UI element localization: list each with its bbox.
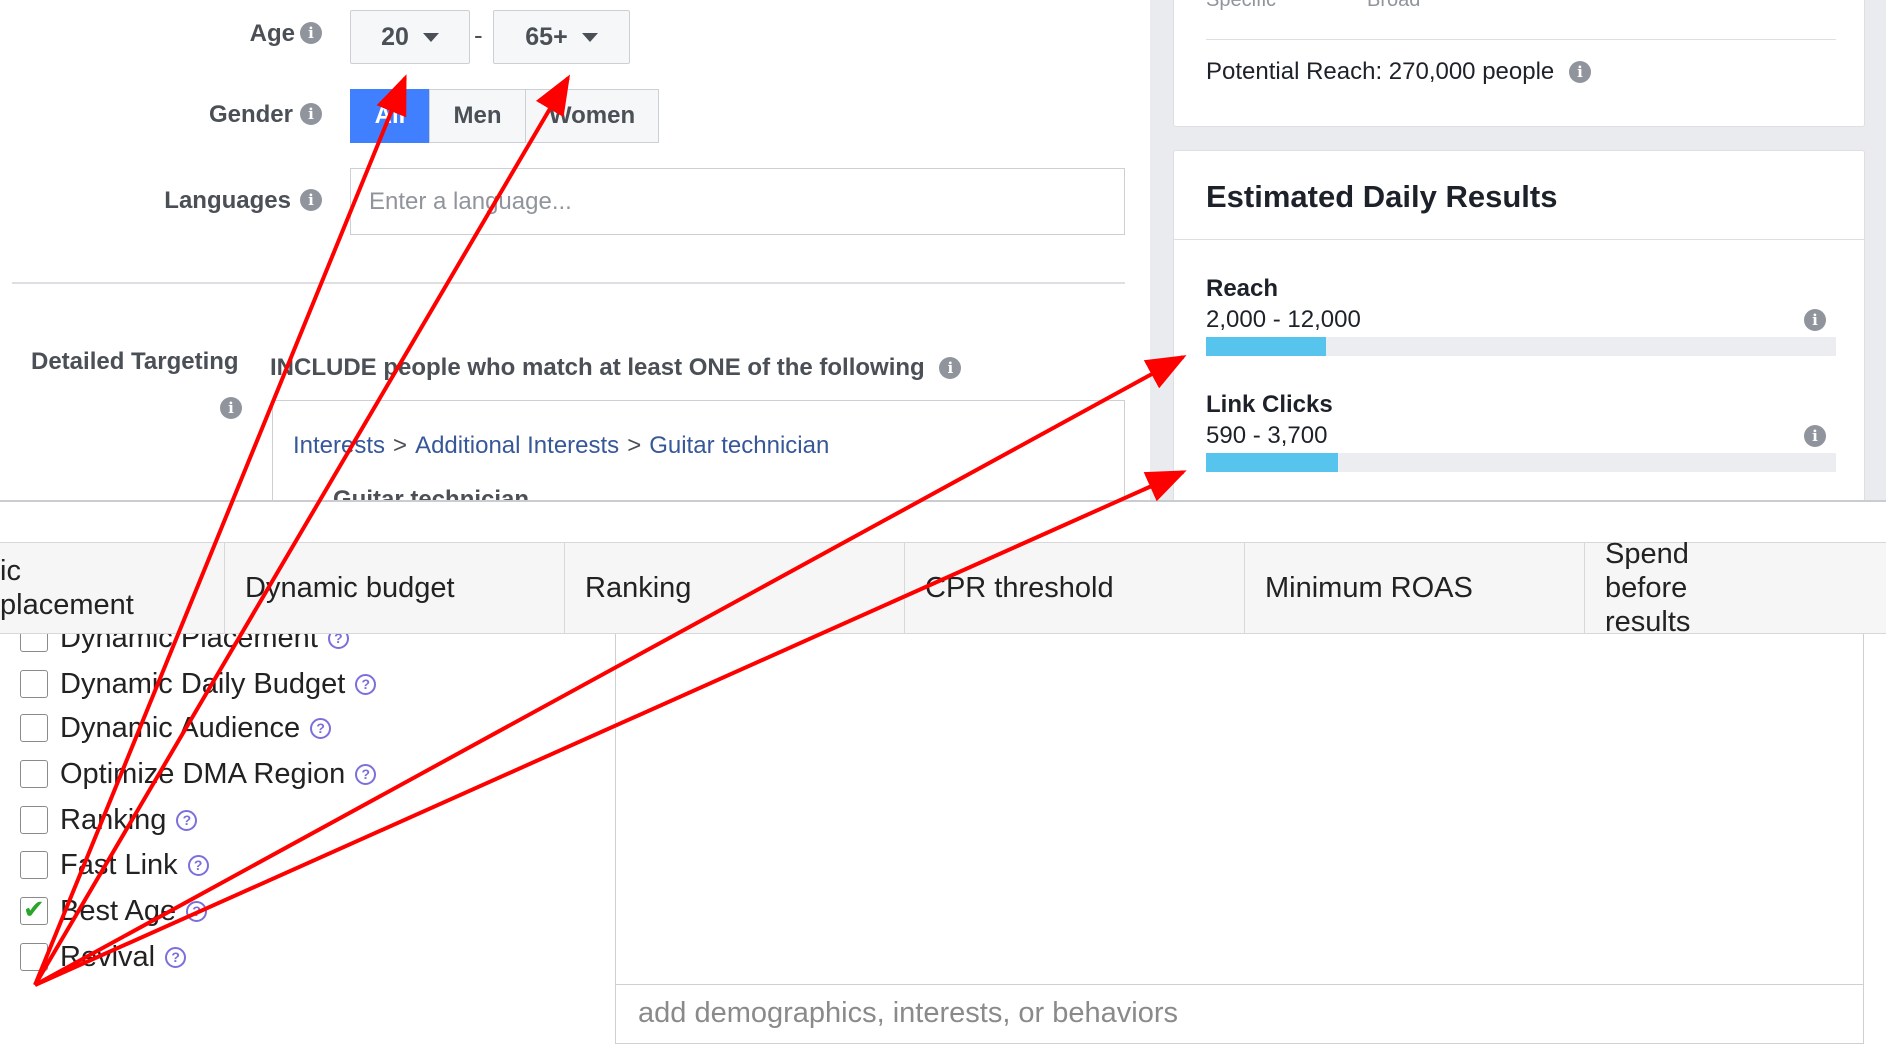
question-circle-icon[interactable]: ?: [186, 900, 208, 922]
option-row[interactable]: Ranking?: [20, 802, 198, 838]
extension-panel: Dynamic Placement? Dynamic Daily Budget? D…: [0, 500, 1886, 1060]
ads-manager-audience-section: Age i 20 - 65+ Gender i All Men Women La…: [0, 0, 1886, 500]
section-divider: [12, 282, 1125, 284]
estimated-daily-results-card: Estimated Daily Results Reach 2,000 - 12…: [1173, 150, 1865, 500]
languages-label: Languages: [164, 187, 291, 214]
info-icon[interactable]: i: [1568, 61, 1591, 83]
option-checkbox[interactable]: [20, 806, 48, 834]
detailed-targeting-box[interactable]: Interests > Additional Interests > Guitar te…: [272, 400, 1125, 500]
info-icon[interactable]: i: [1804, 309, 1826, 331]
option-checkbox[interactable]: [20, 943, 48, 971]
breadcrumb-separator: >: [393, 432, 408, 459]
option-checkbox[interactable]: [20, 760, 48, 788]
checkmark-icon: ✔: [23, 894, 45, 924]
breadcrumb-guitar-technician-link[interactable]: Guitar technician: [649, 432, 829, 459]
targeting-text-area[interactable]: [615, 634, 1864, 984]
reach-bar-fill: [1206, 337, 1326, 356]
info-icon[interactable]: i: [300, 22, 322, 44]
reach-label: Reach: [1206, 275, 1279, 302]
breadcrumb-separator: >: [627, 432, 642, 459]
question-circle-icon[interactable]: ?: [165, 946, 187, 968]
option-row[interactable]: ✔ Best Age?: [20, 893, 208, 929]
option-row[interactable]: Fast Link?: [20, 847, 209, 883]
column-cpr-threshold[interactable]: CPR threshold: [904, 543, 1244, 633]
option-label: Dynamic Daily Budget: [60, 667, 346, 700]
languages-input[interactable]: Enter a language...: [350, 168, 1125, 235]
age-max-dropdown[interactable]: 65+: [493, 10, 630, 64]
option-label: Optimize DMA Region: [60, 757, 346, 790]
column-dynamic-placement[interactable]: ic placement: [0, 543, 224, 633]
info-icon[interactable]: i: [220, 397, 242, 419]
link-clicks-label: Link Clicks: [1206, 391, 1333, 418]
option-row[interactable]: Dynamic Daily Budget?: [20, 666, 377, 702]
selected-interest-item[interactable]: Guitar technician: [333, 486, 529, 500]
option-checkbox[interactable]: [20, 714, 48, 742]
info-icon[interactable]: i: [1804, 425, 1826, 447]
link-clicks-bar: [1206, 453, 1836, 472]
breadcrumb-interests-link[interactable]: Interests: [293, 432, 385, 459]
info-icon[interactable]: i: [300, 103, 322, 125]
option-checkbox[interactable]: [20, 670, 48, 698]
gender-women-button[interactable]: Women: [525, 89, 659, 143]
reach-value: 2,000 - 12,000: [1206, 306, 1361, 333]
link-clicks-value: 590 - 3,700: [1206, 422, 1328, 449]
link-clicks-bar-fill: [1206, 453, 1339, 472]
gender-all-button[interactable]: All: [350, 89, 430, 143]
option-row[interactable]: Revival?: [20, 939, 187, 975]
feature-column-header: ic placement Dynamic budget Ranking CPR …: [0, 538, 1886, 638]
add-demographics-input[interactable]: add demographics, interests, or behavior…: [615, 984, 1864, 1044]
info-icon[interactable]: i: [300, 189, 322, 211]
age-label: Age: [249, 20, 295, 47]
estimated-daily-results-title: Estimated Daily Results: [1206, 179, 1558, 214]
column-spend-before-results[interactable]: Spend before results: [1584, 538, 1886, 638]
question-circle-icon[interactable]: ?: [176, 809, 198, 831]
breadcrumb-additional-interests-link[interactable]: Additional Interests: [415, 432, 619, 459]
info-icon[interactable]: i: [939, 357, 962, 379]
potential-reach-text: Potential Reach: 270,000 people: [1206, 58, 1555, 85]
caret-down-icon: [422, 32, 439, 42]
gender-label: Gender: [208, 101, 293, 128]
gender-men-button[interactable]: Men: [429, 89, 526, 143]
potential-reach: Potential Reach: 270,000 people i: [1206, 58, 1591, 86]
option-row[interactable]: Dynamic Audience?: [20, 710, 332, 746]
option-checkbox[interactable]: [20, 851, 48, 879]
reach-bar: [1206, 337, 1836, 356]
option-row[interactable]: Optimize DMA Region?: [20, 756, 377, 792]
column-dynamic-budget[interactable]: Dynamic budget: [224, 543, 564, 633]
option-label: Best Age: [60, 894, 177, 927]
detailed-targeting-label: Detailed Targeting: [31, 348, 239, 375]
include-instruction-text: INCLUDE people who match at least ONE of…: [270, 354, 925, 381]
audience-panel: Age i 20 - 65+ Gender i All Men Women La…: [0, 0, 1150, 500]
include-instruction: INCLUDE people who match at least ONE of…: [270, 354, 962, 382]
audience-scale-specific: Specific: [1206, 0, 1277, 11]
gender-segmented-control: All Men Women: [350, 89, 659, 143]
option-label: Ranking: [60, 803, 167, 836]
question-circle-icon[interactable]: ?: [310, 717, 332, 739]
question-circle-icon[interactable]: ?: [355, 673, 377, 695]
question-circle-icon[interactable]: ?: [355, 763, 377, 785]
column-minimum-roas[interactable]: Minimum ROAS: [1244, 543, 1584, 633]
card-divider: [1174, 239, 1864, 240]
age-min-dropdown[interactable]: 20: [350, 10, 470, 64]
card-divider: [1206, 39, 1836, 40]
option-label: Dynamic Audience: [60, 711, 301, 744]
audience-scale-broad: Broad: [1367, 0, 1421, 11]
option-label: Fast Link: [60, 848, 178, 881]
option-label: Revival: [60, 940, 156, 973]
option-checkbox[interactable]: ✔: [20, 894, 48, 925]
age-range-dash: -: [474, 20, 483, 50]
column-ranking[interactable]: Ranking: [564, 543, 904, 633]
age-min-value: 20: [381, 22, 409, 51]
age-max-value: 65+: [525, 22, 568, 51]
audience-size-card: Specific Broad Potential Reach: 270,000 …: [1173, 0, 1865, 127]
question-circle-icon[interactable]: ?: [187, 854, 209, 876]
caret-down-icon: [581, 32, 598, 42]
breadcrumb: Interests > Additional Interests > Guitar te…: [293, 432, 829, 460]
